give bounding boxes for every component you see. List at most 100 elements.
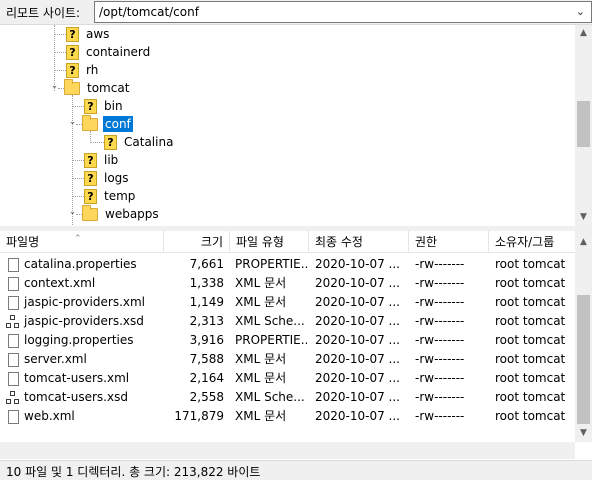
folder-icon <box>64 78 80 95</box>
scroll-down-icon[interactable]: ▼ <box>575 425 592 442</box>
tree-connector <box>90 142 104 143</box>
unknown-folder-icon: ? <box>84 98 97 114</box>
tree-item-rh[interactable]: ? rh <box>66 61 100 79</box>
file-modified-cell: 2020-10-07 ... <box>315 314 400 328</box>
column-header-permissions[interactable]: 권한 <box>409 231 489 253</box>
file-perms-cell: -rw------- <box>415 295 465 309</box>
file-icon <box>8 257 19 272</box>
tree-item-label: webapps <box>105 207 159 221</box>
file-name-cell: jaspic-providers.xml <box>6 293 162 312</box>
tree-item-label: containerd <box>86 45 151 59</box>
file-name-cell: jaspic-providers.xsd <box>6 312 162 331</box>
column-header-size[interactable]: 크기 <box>164 231 230 253</box>
remote-path-input[interactable]: /opt/tomcat/conf ⌄ <box>94 1 592 23</box>
table-row[interactable]: catalina.properties 7,661 PROPERTIE... 2020… <box>0 255 575 274</box>
file-type-cell: XML 문서 <box>235 276 287 290</box>
column-header-label: 소유자/그룹 <box>495 235 555 249</box>
status-bar: 10 파일 및 1 디렉터리. 총 크기: 213,822 바이트 <box>0 460 592 480</box>
file-owner-cell: root tomcat <box>495 333 566 347</box>
file-owner-cell: root tomcat <box>495 409 566 423</box>
file-name-cell: server.xml <box>6 350 162 369</box>
tree-scroll-thumb[interactable] <box>577 101 590 147</box>
tree-item-label: tomcat <box>87 81 130 95</box>
tree-connector <box>54 34 66 35</box>
file-name: tomcat-users.xsd <box>24 390 128 404</box>
scroll-up-icon[interactable]: ▲ <box>575 234 592 251</box>
table-row[interactable]: logging.properties 3,916 PROPERTIE... 2020-… <box>0 331 575 350</box>
table-row[interactable]: jaspic-providers.xml 1,149 XML 문서 2020-10-0… <box>0 293 575 312</box>
remote-site-bar: 리모트 사이트: /opt/tomcat/conf ⌄ <box>0 0 592 24</box>
column-header-owner[interactable]: 소유자/그룹 <box>489 231 575 253</box>
file-name-cell: logging.properties <box>6 331 162 350</box>
tree-item-label: conf <box>103 116 133 132</box>
file-type-cell: PROPERTIE... <box>235 257 307 271</box>
column-header-label: 크기 <box>200 235 223 249</box>
tree-connector <box>72 106 84 107</box>
tree-connector <box>72 196 84 197</box>
tree-item-temp[interactable]: ? temp <box>84 187 137 205</box>
collapse-icon[interactable]: ⌄ <box>68 118 77 128</box>
scroll-up-icon[interactable]: ▲ <box>575 25 592 42</box>
file-perms-cell: -rw------- <box>415 257 465 271</box>
file-owner-cell: root tomcat <box>495 352 566 366</box>
file-name-cell: web.xml <box>6 407 162 426</box>
unknown-folder-icon: ? <box>66 62 79 78</box>
file-type-cell: XML Sche... <box>235 390 305 404</box>
table-row[interactable]: tomcat-users.xml 2,164 XML 문서 2020-10-07 ..… <box>0 369 575 388</box>
tree-scrollbar[interactable]: ▲ ▼ <box>575 25 592 226</box>
file-size-cell: 7,661 <box>189 257 224 271</box>
tree-item-bin[interactable]: ? bin <box>84 97 125 115</box>
file-list-horizontal-scrollbar[interactable] <box>0 442 575 459</box>
tree-item-aws[interactable]: ? aws <box>66 25 111 43</box>
remote-site-label: 리모트 사이트: <box>6 6 81 20</box>
file-size-cell: 1,338 <box>189 276 224 290</box>
file-name: tomcat-users.xml <box>24 371 130 385</box>
file-perms-cell: -rw------- <box>415 371 465 385</box>
file-icon <box>8 333 19 348</box>
column-header-type[interactable]: 파일 유형 <box>230 231 309 253</box>
file-size-cell: 7,588 <box>189 352 224 366</box>
table-row[interactable]: jaspic-providers.xsd 2,313 XML Sche... 2020… <box>0 312 575 331</box>
file-modified-cell: 2020-10-07 ... <box>315 352 400 366</box>
remote-path-value: /opt/tomcat/conf <box>99 5 199 19</box>
file-list-scrollbar[interactable]: ▲ ▼ <box>575 231 592 442</box>
tree-item-conf[interactable]: conf <box>82 114 133 133</box>
file-name: web.xml <box>24 409 75 423</box>
file-icon <box>8 409 19 424</box>
folder-icon <box>82 204 98 221</box>
file-owner-cell: root tomcat <box>495 390 566 404</box>
sort-ascending-icon: ⌃ <box>74 234 82 244</box>
tree-item-label: temp <box>104 189 136 203</box>
tree-item-catalina[interactable]: ? Catalina <box>104 133 175 151</box>
table-row[interactable]: web.xml 171,879 XML 문서 2020-10-07 ... -rw---… <box>0 407 575 426</box>
column-header-modified[interactable]: 최종 수정 <box>309 231 409 253</box>
table-row[interactable]: context.xml 1,338 XML 문서 2020-10-07 ... -rw-… <box>0 274 575 293</box>
collapse-icon[interactable]: ⌄ <box>68 208 77 218</box>
file-type-cell: XML 문서 <box>235 409 287 423</box>
file-modified-cell: 2020-10-07 ... <box>315 333 400 347</box>
column-header-label: 최종 수정 <box>315 235 363 249</box>
file-size-cell: 2,164 <box>189 371 224 385</box>
file-list-scroll-thumb[interactable] <box>577 295 590 424</box>
file-name-cell: catalina.properties <box>6 255 162 274</box>
file-perms-cell: -rw------- <box>415 352 465 366</box>
collapse-icon[interactable]: ⌄ <box>50 82 59 92</box>
file-type-cell: XML 문서 <box>235 352 287 366</box>
tree-item-lib[interactable]: ? lib <box>84 151 120 169</box>
unknown-folder-icon: ? <box>84 188 97 204</box>
tree-item-tomcat[interactable]: tomcat <box>64 78 131 97</box>
scroll-down-icon[interactable]: ▼ <box>575 209 592 226</box>
column-header-name[interactable]: 파일명 ⌃ <box>0 231 164 253</box>
tree-item-logs[interactable]: ? logs <box>84 169 131 187</box>
table-row[interactable]: tomcat-users.xsd 2,558 XML Sche... 2020-10-… <box>0 388 575 407</box>
chevron-down-icon[interactable]: ⌄ <box>576 5 585 18</box>
directory-tree[interactable]: ⌄ ⌄ ⌄ ? aws ? containerd ? rh tomcat ? b… <box>0 24 592 226</box>
tree-item-label: Catalina <box>124 135 174 149</box>
file-name: jaspic-providers.xsd <box>24 314 144 328</box>
tree-item-containerd[interactable]: ? containerd <box>66 43 152 61</box>
file-list[interactable]: 파일명 ⌃ 크기 파일 유형 최종 수정 권한 소유자/그룹 catalina.… <box>0 231 592 460</box>
file-owner-cell: root tomcat <box>495 371 566 385</box>
tree-item-webapps[interactable]: webapps <box>82 204 161 223</box>
file-perms-cell: -rw------- <box>415 314 465 328</box>
table-row[interactable]: server.xml 7,588 XML 문서 2020-10-07 ... -rw--… <box>0 350 575 369</box>
